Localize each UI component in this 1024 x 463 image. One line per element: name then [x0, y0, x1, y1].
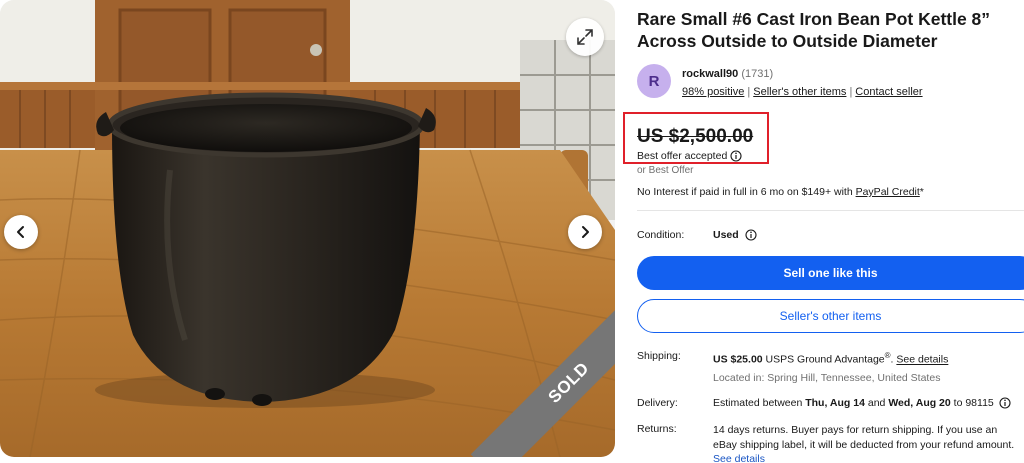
expand-icon: [577, 29, 593, 45]
paypal-credit-asterisk: *: [919, 186, 924, 198]
returns-label: Returns:: [637, 423, 677, 435]
shipping-value: US $25.00 USPS Ground Advantage®. See de…: [713, 351, 948, 366]
seller-feedback-count[interactable]: (1731): [741, 68, 773, 80]
condition-value-text: Used: [713, 229, 739, 241]
returns-see-details: See details: [713, 453, 765, 463]
shipping-see-details-link[interactable]: See details: [896, 354, 948, 366]
paypal-credit-offer: No Interest if paid in full in 6 mo on $…: [637, 186, 924, 198]
chevron-right-icon: [582, 226, 589, 238]
divider: [637, 210, 1024, 211]
seller-links: 98% positive | Seller's other items | Contac…: [682, 86, 923, 98]
best-offer-accepted: Best offer accepted: [637, 150, 742, 162]
delivery-and: and: [867, 397, 886, 409]
expand-image-button[interactable]: [566, 18, 604, 56]
best-offer-accepted-label: Best offer accepted: [637, 150, 728, 162]
image-gallery: SOLD: [0, 0, 615, 457]
seller-card: R rockwall90 (1731) 98% positive | Seller'…: [637, 64, 1022, 104]
shipping-price: US $25.00: [713, 353, 763, 366]
previous-image-button[interactable]: [4, 215, 38, 249]
separator: |: [747, 86, 751, 98]
sellers-other-items-button[interactable]: Seller's other items: [637, 299, 1024, 333]
paypal-credit-text: No Interest if paid in full in 6 mo on $…: [637, 186, 856, 198]
delivery-date-start: Thu, Aug 14: [805, 397, 865, 409]
chevron-left-icon: [17, 226, 24, 238]
returns-text: 14 days returns. Buyer pays for return s…: [713, 424, 1015, 451]
item-location: Located in: Spring Hill, Tennessee, Unit…: [713, 372, 941, 384]
seller-name[interactable]: rockwall90: [682, 68, 738, 80]
item-price: US $2,500.00: [637, 126, 754, 147]
shipping-service: USPS Ground Advantage: [765, 353, 885, 366]
delivery-value: Estimated between Thu, Aug 14 and Wed, A…: [713, 397, 1011, 409]
delivery-zip: to 98115: [953, 397, 994, 409]
returns-see-details-link[interactable]: See details: [713, 453, 765, 463]
product-photo[interactable]: [0, 0, 615, 457]
paypal-credit-link[interactable]: PayPal Credit: [856, 186, 920, 198]
sell-one-like-this-button[interactable]: Sell one like this: [637, 256, 1024, 290]
contact-seller-link[interactable]: Contact seller: [855, 86, 922, 98]
returns-value: 14 days returns. Buyer pays for return s…: [713, 423, 1018, 453]
delivery-label: Delivery:: [637, 397, 678, 409]
info-icon[interactable]: [730, 150, 742, 162]
separator: |: [849, 86, 853, 98]
condition-value: Used: [713, 229, 757, 241]
delivery-info-icon[interactable]: [999, 397, 1011, 409]
shipping-label: Shipping:: [637, 350, 681, 362]
next-image-button[interactable]: [568, 215, 602, 249]
seller-name-row: rockwall90 (1731): [682, 68, 773, 80]
listing-title: Rare Small #6 Cast Iron Bean Pot Kettle …: [637, 9, 991, 51]
condition-info-icon[interactable]: [745, 229, 757, 241]
or-best-offer: or Best Offer: [637, 165, 694, 176]
delivery-date-end: Wed, Aug 20: [888, 397, 951, 409]
seller-avatar[interactable]: R: [637, 64, 671, 98]
delivery-prefix: Estimated between: [713, 397, 803, 409]
seller-other-items-link[interactable]: Seller's other items: [753, 86, 846, 98]
seller-positive-link[interactable]: 98% positive: [682, 86, 744, 98]
condition-label: Condition:: [637, 229, 685, 241]
